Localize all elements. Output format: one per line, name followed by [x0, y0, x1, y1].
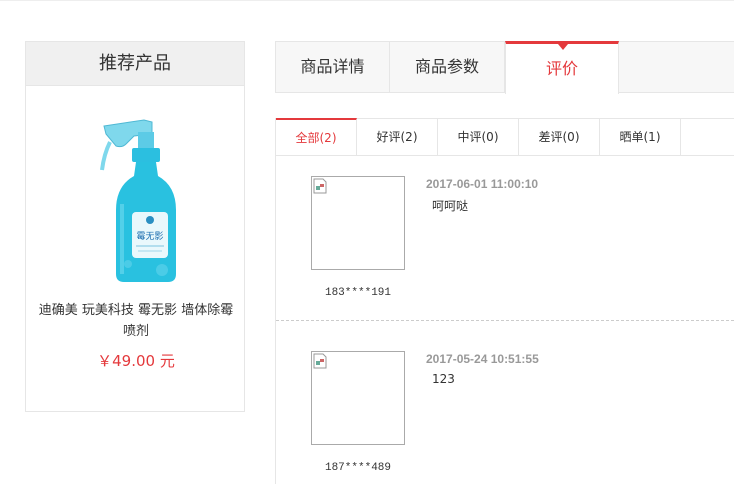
review-item: 183****191 2017-06-01 11:00:10 呵呵哒 — [276, 156, 734, 321]
review-date: 2017-05-24 10:51:55 — [426, 352, 539, 366]
tab-reviews-label: 评价 — [545, 59, 578, 78]
filter-bad[interactable]: 差评(0) — [519, 119, 600, 155]
tab-reviews[interactable]: 评价 — [505, 41, 619, 94]
product-name-link[interactable]: 迪确美 玩美科技 霉无影 墙体除霉喷剂 — [34, 300, 238, 342]
active-tab-arrow-icon — [558, 44, 568, 50]
review-user: 183****191 — [324, 287, 391, 299]
tab-params[interactable]: 商品参数 — [390, 41, 505, 93]
bottle-label: 霉无影 — [136, 231, 163, 242]
review-date: 2017-06-01 11:00:10 — [426, 177, 539, 191]
review-item: 187****489 2017-05-24 10:51:55 123 — [276, 322, 734, 484]
top-divider — [0, 0, 734, 1]
avatar — [311, 176, 405, 270]
filter-all[interactable]: 全部(2) — [276, 118, 357, 156]
filter-good[interactable]: 好评(2) — [357, 119, 438, 155]
recommend-panel: 推荐产品 霉无影 迪确美 玩美科技 霉无影 墙体除霉喷剂 ￥49.00 元 — [25, 41, 245, 412]
broken-image-icon — [313, 178, 327, 194]
tab-details[interactable]: 商品详情 — [276, 41, 390, 93]
review-user: 187****489 — [324, 462, 391, 474]
product-price: ￥49.00 元 — [97, 352, 175, 370]
recommend-title: 推荐产品 — [26, 42, 244, 86]
avatar — [311, 351, 405, 445]
filter-neutral[interactable]: 中评(0) — [438, 119, 519, 155]
product-image[interactable]: 霉无影 — [86, 114, 186, 286]
review-text: 123 — [432, 372, 455, 386]
review-filters: 全部(2) 好评(2) 中评(0) 差评(0) 晒单(1) — [275, 118, 734, 156]
detail-tabs: 商品详情 商品参数 评价 — [275, 41, 734, 94]
filter-photos[interactable]: 晒单(1) — [600, 119, 681, 155]
broken-image-icon — [313, 353, 327, 369]
review-text: 呵呵哒 — [432, 199, 469, 213]
